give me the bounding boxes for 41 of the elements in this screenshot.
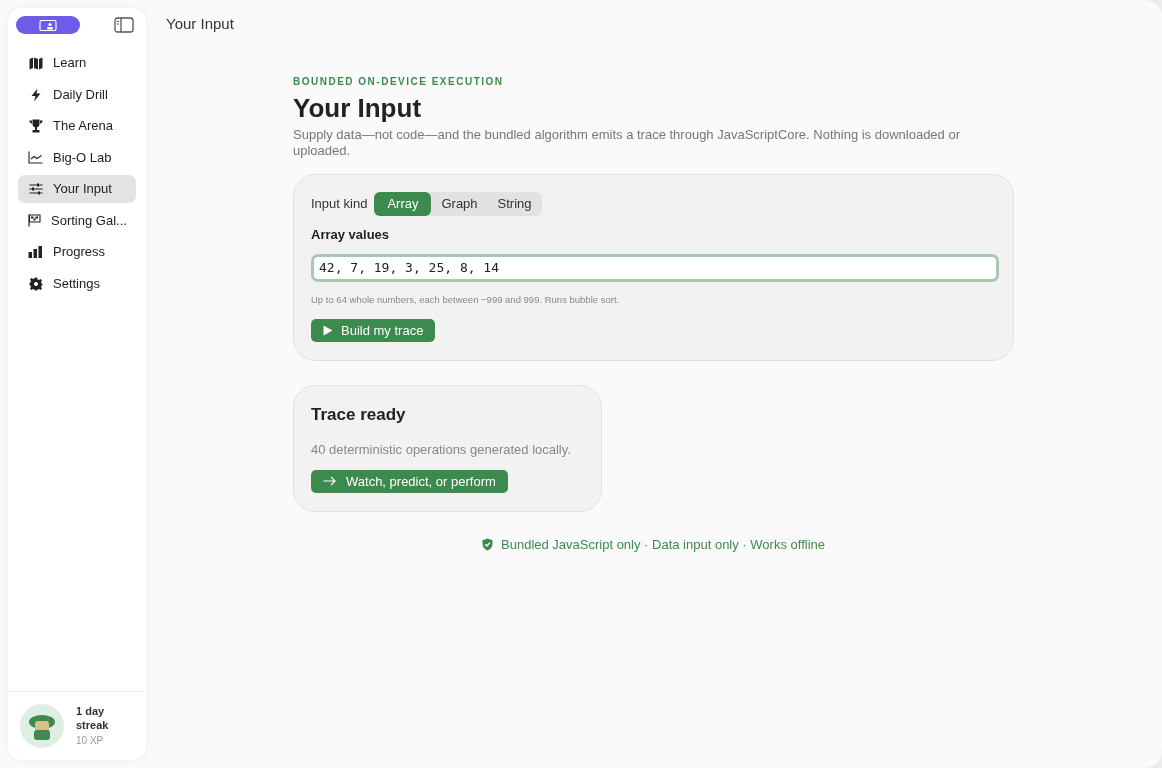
play-icon bbox=[323, 324, 333, 336]
segment-tab[interactable]: Graph bbox=[431, 192, 488, 216]
shield-check-icon bbox=[482, 538, 493, 551]
flag-icon bbox=[28, 214, 41, 227]
xp-text: 10 XP bbox=[76, 734, 105, 748]
profile-button[interactable] bbox=[16, 16, 80, 34]
trophy-icon bbox=[28, 119, 43, 133]
segment-tab[interactable]: Array bbox=[374, 192, 432, 216]
arrow-right-icon bbox=[323, 476, 336, 487]
sidebar-item[interactable]: Daily Drill bbox=[18, 80, 136, 109]
card-title: Trace ready bbox=[311, 403, 407, 426]
watch-button[interactable]: Watch, predict, or perform bbox=[311, 469, 508, 493]
window-title: Your Input bbox=[166, 14, 234, 35]
build-button[interactable]: Build my trace bbox=[311, 318, 436, 342]
input-field[interactable]: 42, 7, 19, 3, 25, 8, 14 bbox=[311, 253, 999, 282]
sidebar-item[interactable]: Settings bbox=[18, 269, 136, 298]
hint-text: Up to 64 whole numbers, each between −999 and 999. Runs bubble sort. bbox=[311, 292, 621, 307]
card-text: 40 deterministic operations generated locally. bbox=[311, 441, 572, 460]
line-chart-icon bbox=[28, 151, 43, 164]
sidebar-item[interactable]: Your Input bbox=[18, 175, 136, 203]
settings-icon bbox=[28, 276, 43, 291]
sidebar-item[interactable]: Learn bbox=[18, 49, 136, 77]
segment-tab[interactable]: String bbox=[487, 192, 542, 216]
eyebrow-text: BOUNDED ON-DEVICE EXECUTION bbox=[293, 75, 505, 89]
streak-text: 1 day streak bbox=[76, 704, 110, 732]
page-description: Supply data—not code—and the bundled algorithm emits a trace through JavaScriptCore. Nothing is downloaded or uploaded. bbox=[293, 127, 961, 159]
lightning-icon bbox=[29, 87, 42, 102]
field-label: Array values bbox=[311, 226, 391, 244]
footer-note: Bundled JavaScript only · Data input only · Works offline bbox=[501, 535, 825, 554]
sidebar-item[interactable]: Progress bbox=[18, 238, 136, 266]
sidebar-item[interactable]: Big-O Lab bbox=[18, 143, 136, 172]
map-icon bbox=[28, 56, 43, 70]
bar-chart-icon bbox=[28, 246, 43, 258]
page-title: Your Input bbox=[293, 92, 423, 124]
input-kind-label: Input kind bbox=[311, 195, 368, 214]
avatar-icon bbox=[20, 704, 64, 748]
sidebar-toggle-icon[interactable] bbox=[114, 17, 134, 33]
sidebar-item[interactable]: Sorting Gal... bbox=[18, 206, 136, 235]
sliders-icon bbox=[28, 183, 43, 195]
sidebar-item[interactable]: The Arena bbox=[18, 112, 136, 140]
person-card-icon bbox=[39, 19, 57, 31]
